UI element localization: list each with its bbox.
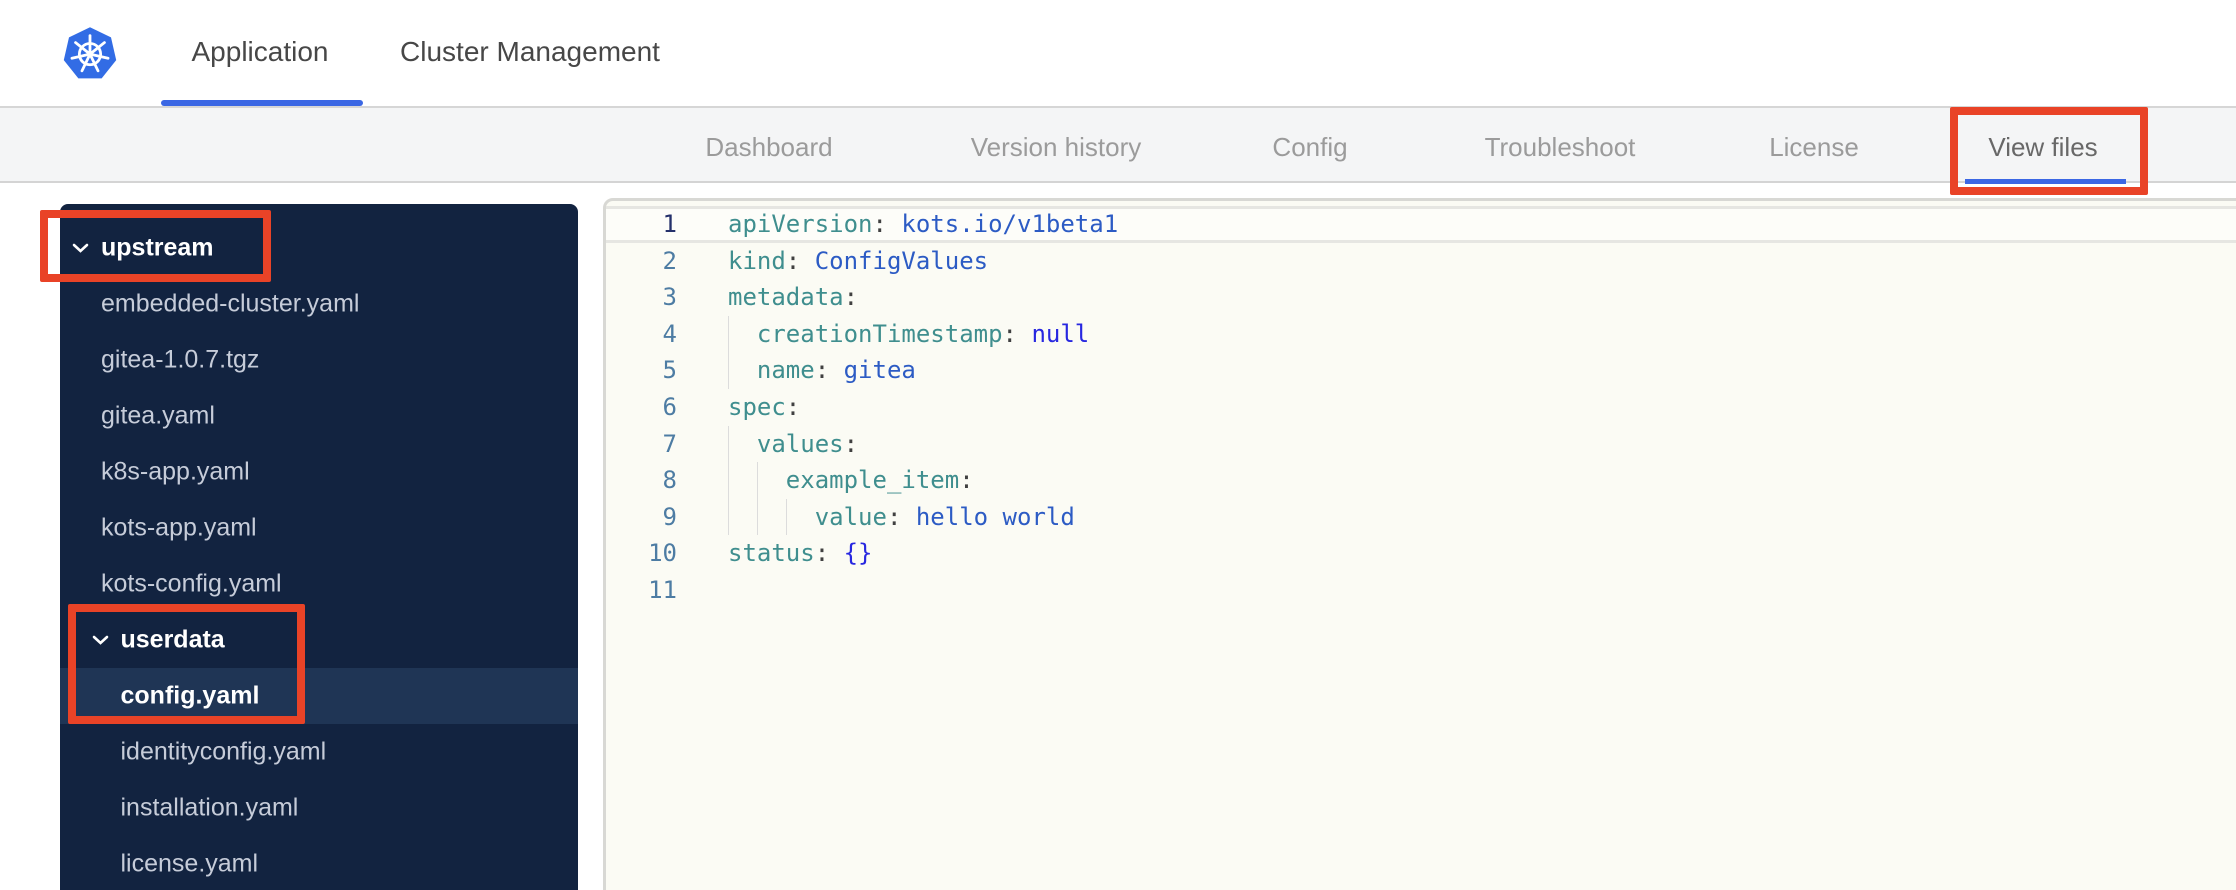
tree-file-kots-config.yaml[interactable]: kots-config.yaml xyxy=(60,556,578,612)
code-text: metadata: xyxy=(728,283,859,312)
indent-guide xyxy=(757,498,758,536)
code-line-8[interactable]: 8 example_item: xyxy=(606,462,2236,499)
code-line-3[interactable]: 3 metadata: xyxy=(606,279,2236,316)
code-text: creationTimestamp: null xyxy=(728,319,1090,348)
tree-item-label: upstream xyxy=(101,233,214,262)
tree-file-license.yaml[interactable]: license.yaml xyxy=(60,836,578,890)
tree-file-k8s-app.yaml[interactable]: k8s-app.yaml xyxy=(60,444,578,500)
tree-folder-upstream[interactable]: upstream xyxy=(60,220,578,276)
code-line-7[interactable]: 7 values: xyxy=(606,425,2236,463)
tree-item-label: config.yaml xyxy=(120,681,260,710)
file-content-editor[interactable]: 1 apiVersion: kots.io/v1beta1 2 kind: Confi… xyxy=(603,198,2236,890)
kots-admin-console: Application Cluster Management Dashboard V… xyxy=(0,0,2236,890)
code-text: name: gitea xyxy=(728,356,916,385)
tree-item-label: embedded-cluster.yaml xyxy=(101,289,360,318)
code-text: status: {} xyxy=(728,539,873,568)
subnav-tab-version-history[interactable]: Version history xyxy=(971,132,1142,163)
subnav-tab-view-files[interactable]: View files xyxy=(1988,132,2097,163)
code-line-6[interactable]: 6 spec: xyxy=(606,389,2236,426)
indent-guide xyxy=(728,462,729,499)
tree-item-label: installation.yaml xyxy=(120,793,299,822)
tree-file-config.yaml[interactable]: config.yaml xyxy=(60,668,578,724)
line-number: 9 xyxy=(662,502,677,531)
line-number: 2 xyxy=(662,246,677,275)
tree-file-kots-app.yaml[interactable]: kots-app.yaml xyxy=(60,500,578,556)
code-text: kind: ConfigValues xyxy=(728,246,989,275)
active-tab-underline xyxy=(161,100,363,106)
line-number: 5 xyxy=(662,356,677,385)
indent-guide xyxy=(728,315,729,353)
line-number: 7 xyxy=(662,429,677,458)
subnav-tab-license[interactable]: License xyxy=(1769,132,1859,163)
tree-file-installation.yaml[interactable]: installation.yaml xyxy=(60,780,578,836)
code-line-5[interactable]: 5 name: gitea xyxy=(606,352,2236,389)
indent-guide xyxy=(786,498,787,536)
chevron-down-icon xyxy=(72,243,89,253)
line-number: 6 xyxy=(662,392,677,421)
code-text: value: hello world xyxy=(728,502,1075,531)
line-number: 1 xyxy=(662,210,677,238)
indent-guide xyxy=(728,352,729,389)
code-line-1[interactable]: 1 apiVersion: kots.io/v1beta1 xyxy=(606,206,2236,243)
code-line-9[interactable]: 9 value: hello world xyxy=(606,498,2236,536)
topbar-tab-application[interactable]: Application xyxy=(192,36,329,68)
tree-item-label: userdata xyxy=(120,625,225,654)
code-line-4[interactable]: 4 creationTimestamp: null xyxy=(606,315,2236,353)
application-subnav: Dashboard Version history Config Troublesho… xyxy=(0,108,2236,184)
code-text: spec: xyxy=(728,392,801,421)
subnav-tab-troubleshoot[interactable]: Troubleshoot xyxy=(1485,132,1636,163)
tree-item-label: gitea-1.0.7.tgz xyxy=(101,345,260,374)
tree-file-embedded-cluster.yaml[interactable]: embedded-cluster.yaml xyxy=(60,276,578,332)
code-line-2[interactable]: 2 kind: ConfigValues xyxy=(606,243,2236,280)
tree-item-label: kots-config.yaml xyxy=(101,569,282,598)
line-number: 8 xyxy=(662,466,677,495)
line-number: 4 xyxy=(662,319,677,348)
code-line-11[interactable]: 11 xyxy=(606,572,2236,609)
tree-item-label: license.yaml xyxy=(120,849,259,878)
topbar-tab-cluster-management[interactable]: Cluster Management xyxy=(400,36,660,68)
tree-file-identityconfig.yaml[interactable]: identityconfig.yaml xyxy=(60,724,578,780)
code-text: values: xyxy=(728,429,859,458)
tree-file-gitea-1.0.7.tgz[interactable]: gitea-1.0.7.tgz xyxy=(60,332,578,388)
tree-file-gitea.yaml[interactable]: gitea.yaml xyxy=(60,388,578,444)
subnav-tab-config[interactable]: Config xyxy=(1272,132,1347,163)
indent-guide xyxy=(757,462,758,499)
tree-item-label: gitea.yaml xyxy=(101,401,215,430)
tree-item-label: k8s-app.yaml xyxy=(101,457,250,486)
subnav-tab-dashboard[interactable]: Dashboard xyxy=(705,132,832,163)
indent-guide xyxy=(728,498,729,536)
kubernetes-logo-icon xyxy=(63,27,117,79)
indent-guide xyxy=(728,425,729,463)
active-subnav-underline xyxy=(1965,179,2126,184)
line-number: 10 xyxy=(648,539,677,568)
line-number: 11 xyxy=(648,575,677,604)
line-number: 3 xyxy=(662,283,677,312)
tree-item-label: identityconfig.yaml xyxy=(120,737,327,766)
code-text: apiVersion: kots.io/v1beta1 xyxy=(728,210,1119,238)
code-lines: 1 apiVersion: kots.io/v1beta1 2 kind: Confi… xyxy=(606,206,2236,609)
top-navigation-bar: Application Cluster Management xyxy=(0,0,2236,108)
code-text: example_item: xyxy=(728,466,974,495)
chevron-down-icon xyxy=(92,635,108,645)
code-line-10[interactable]: 10 status: {} xyxy=(606,535,2236,572)
tree-item-label: kots-app.yaml xyxy=(101,513,257,542)
file-tree-sidebar: upstream embedded-cluster.yaml gitea-1.0.7… xyxy=(60,204,578,890)
tree-folder-userdata[interactable]: userdata xyxy=(60,612,578,668)
